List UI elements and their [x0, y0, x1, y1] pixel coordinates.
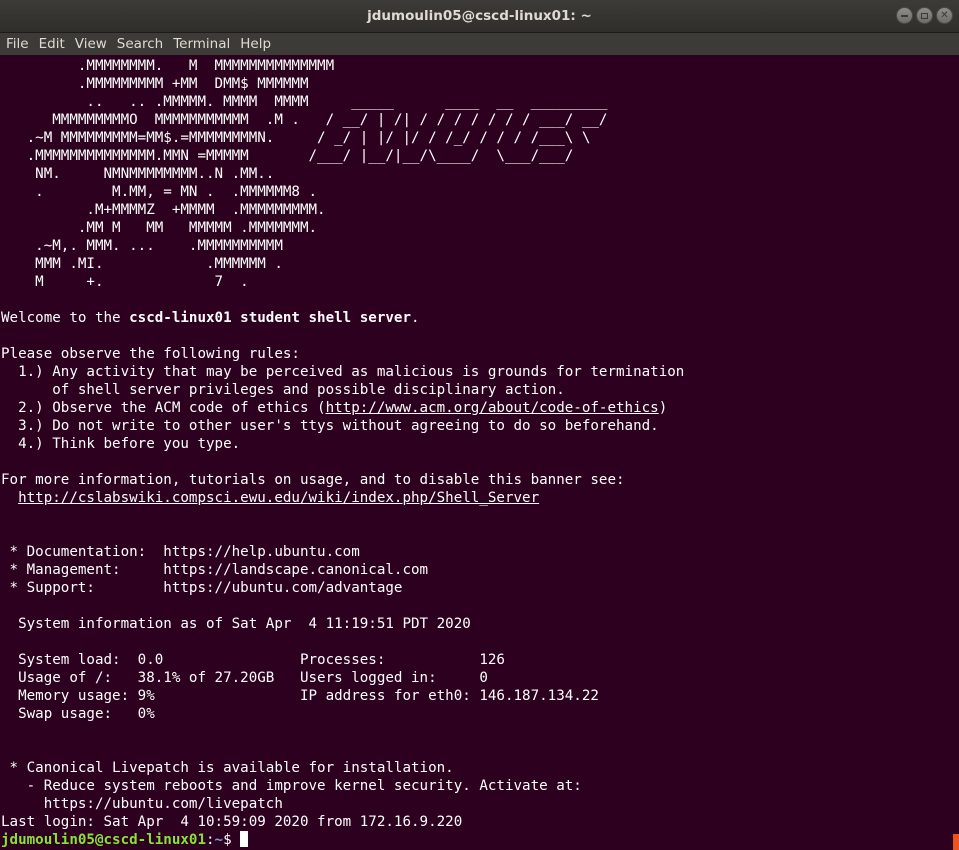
prompt-path: ~ [214, 832, 224, 848]
prompt-line[interactable]: jdumoulin05@cscd-linux01:~$ [1, 831, 953, 849]
close-button[interactable]: ✕ [936, 7, 953, 24]
menu-terminal[interactable]: Terminal [168, 33, 235, 55]
motd-line: * Management: https://landscape.canonica… [1, 562, 429, 578]
sysinfo-title: System information as of Sat Apr 4 11:19… [1, 616, 471, 632]
prompt-user-host: jdumoulin05@cscd-linux01 [1, 832, 206, 848]
banner-line: NM. NMNMMMMMMMM..N .MM.. [1, 166, 275, 182]
more-info-line: For more information, tutorials on usage… [1, 472, 625, 488]
rule-2: 2.) Observe the ACM code of ethics (http… [1, 399, 953, 417]
prompt-symbol: $ [223, 832, 241, 848]
minimize-icon [901, 14, 908, 17]
server-name: cscd-linux01 student shell server [129, 310, 411, 326]
banner-line: M +. 7 . [1, 274, 249, 290]
prompt-separator: : [206, 832, 215, 848]
banner-line: .~M MMMMMMMMM=MM$.=MMMMMMMMN. / _/ | |/ … [1, 130, 591, 146]
window-controls: ✕ [896, 7, 953, 24]
banner-line: MMMMMMMMMO MMMMMMMMMMM .M . / __/ | /| /… [1, 112, 608, 128]
motd-line: * Support: https://ubuntu.com/advantage [1, 580, 403, 596]
rule-4: 4.) Think before you type. [1, 436, 241, 452]
minimize-button[interactable] [896, 7, 913, 24]
scrollbar-indicator[interactable] [953, 834, 959, 850]
maximize-button[interactable] [916, 7, 933, 24]
sysinfo-line: System load: 0.0 Processes: 126 [1, 652, 505, 668]
banner-line: .MM M MM MMMMM .MMMMMMM. [1, 220, 318, 236]
banner-line: .MMMMMMMM. M MMMMMMMMMMMMMM [1, 58, 335, 74]
welcome-line: Welcome to the cscd-linux01 student shel… [1, 309, 953, 327]
banner-line: .MMMMMMMMMMMMMM.MMN =MMMMM /___/ |__/|__… [1, 148, 574, 164]
banner-line: .~M,. MMM. ... .MMMMMMMMMM [1, 238, 283, 254]
rule-3: 3.) Do not write to other user's ttys wi… [1, 418, 659, 434]
terminal-output[interactable]: .MMMMMMMM. M MMMMMMMMMMMMMM .MMMMMMMMM +… [1, 57, 953, 850]
livepatch-line: - Reduce system reboots and improve kern… [1, 778, 582, 794]
text-cursor [240, 831, 249, 847]
banner-line: MMM .MI. .MMMMMM . [1, 256, 283, 272]
wiki-link-line: http://cslabswiki.compsci.ewu.edu/wiki/i… [1, 489, 953, 507]
menu-file[interactable]: File [1, 33, 34, 55]
sysinfo-line: Usage of /: 38.1% of 27.20GB Users logge… [1, 670, 488, 686]
banner-line: . M.MM, = MN . .MMMMMM8 . [1, 184, 318, 200]
close-icon: ✕ [940, 9, 949, 21]
acm-ethics-link[interactable]: http://www.acm.org/about/code-of-ethics [326, 400, 659, 416]
sysinfo-line: Memory usage: 9% IP address for eth0: 14… [1, 688, 599, 704]
rule-1: 1.) Any activity that may be perceived a… [1, 364, 685, 380]
title-bar[interactable]: jdumoulin05@cscd-linux01: ~ ✕ [0, 0, 959, 33]
last-login-line: Last login: Sat Apr 4 10:59:09 2020 from… [1, 814, 463, 830]
menu-view[interactable]: View [70, 33, 112, 55]
livepatch-line: https://ubuntu.com/livepatch [1, 796, 283, 812]
rule-2-prefix: 2.) Observe the ACM code of ethics ( [1, 400, 326, 416]
welcome-prefix: Welcome to the [1, 310, 130, 326]
menu-search[interactable]: Search [112, 33, 168, 55]
motd-line: * Documentation: https://help.ubuntu.com [1, 544, 360, 560]
wiki-link[interactable]: http://cslabswiki.compsci.ewu.edu/wiki/i… [18, 490, 539, 506]
banner-line: .M+MMMMZ +MMMM .MMMMMMMMM. [1, 202, 326, 218]
banner-line: .. .. .MMMMM. MMMM MMMM _____ ____ __ __… [1, 94, 608, 110]
rule-2-suffix: ) [658, 400, 668, 416]
welcome-suffix: . [411, 310, 420, 326]
maximize-icon [921, 12, 928, 19]
livepatch-line: * Canonical Livepatch is available for i… [1, 760, 454, 776]
menu-help[interactable]: Help [235, 33, 276, 55]
sysinfo-line: Swap usage: 0% [1, 706, 155, 722]
rules-header: Please observe the following rules: [1, 346, 300, 362]
menu-edit[interactable]: Edit [34, 33, 70, 55]
rule-1-cont: of shell server privileges and possible … [1, 382, 565, 398]
banner-line: .MMMMMMMMM +MM DMM$ MMMMMM [1, 76, 309, 92]
menu-bar: File Edit View Search Terminal Help [0, 33, 959, 55]
window-title: jdumoulin05@cscd-linux01: ~ [367, 8, 592, 24]
